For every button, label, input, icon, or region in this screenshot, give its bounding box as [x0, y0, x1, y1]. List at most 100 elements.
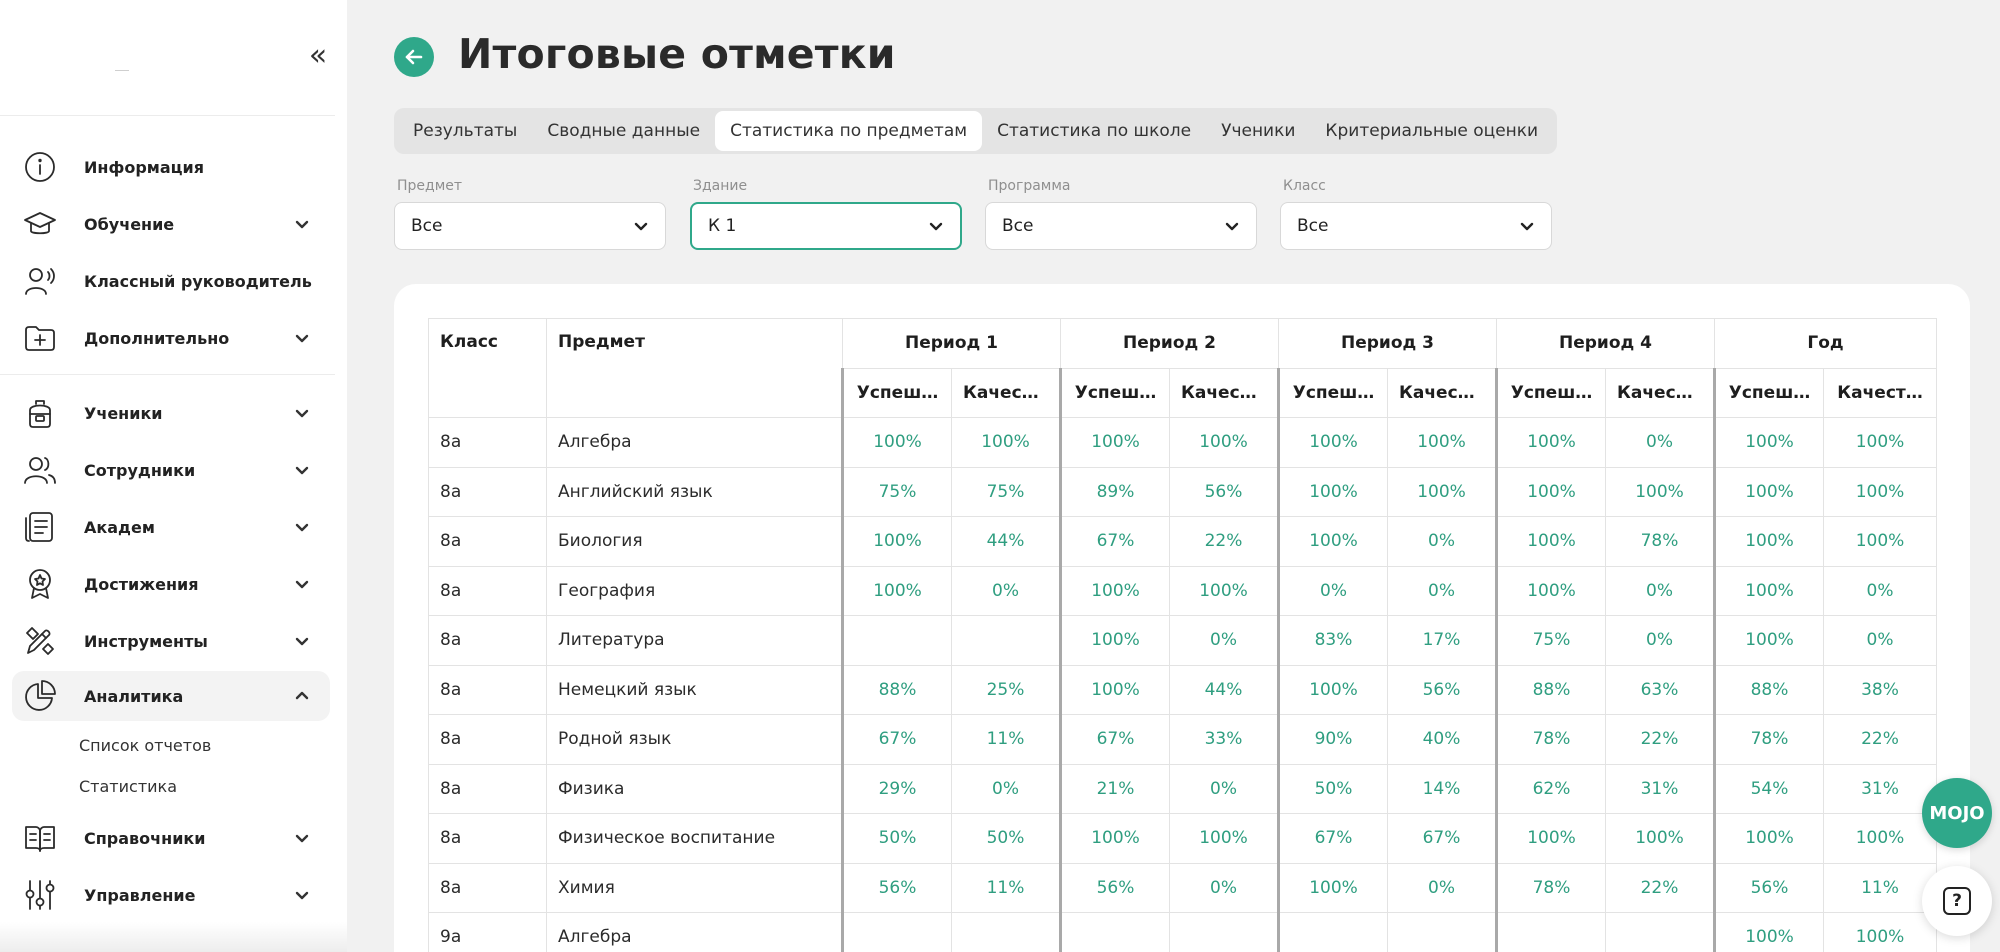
cell-success: 100% — [1713, 565, 1824, 616]
chevron-down-icon — [290, 572, 314, 596]
cell-quality: 100% — [1823, 516, 1937, 567]
sidebar-item-label: Достижения — [84, 574, 199, 594]
cell-quality: 56% — [1169, 466, 1279, 517]
cell-quality: 0% — [1169, 763, 1279, 814]
building-select-value: К 1 — [708, 216, 737, 236]
sidebar-divider — [0, 374, 335, 375]
cell-success: 67% — [1059, 516, 1170, 567]
tab-subject-statistics[interactable]: Статистика по предметам — [715, 111, 983, 151]
cell-success: 50% — [1277, 763, 1388, 814]
cell-success: 83% — [1277, 615, 1388, 666]
cell-quality: 67% — [1387, 813, 1497, 864]
collapse-sidebar-icon[interactable]: « — [306, 41, 330, 71]
cell-quality: 22% — [1169, 516, 1279, 567]
cell-success: 0% — [1277, 565, 1388, 616]
cell-success: 67% — [1277, 813, 1388, 864]
sidebar-item-label: Инструменты — [84, 631, 208, 651]
back-button[interactable] — [394, 37, 434, 77]
cell-quality: 0% — [1605, 417, 1715, 468]
col-header-year: Год — [1714, 318, 1937, 369]
tab-school-statistics[interactable]: Статистика по школе — [982, 111, 1206, 151]
cell-class: 8а — [428, 417, 547, 468]
sidebar-item-academ[interactable]: Академ — [12, 502, 330, 552]
cell-subject: Литература — [546, 615, 843, 666]
cell-quality: 78% — [1605, 516, 1715, 567]
sidebar-item-management[interactable]: Управление — [12, 870, 330, 920]
cell-quality: 100% — [1605, 813, 1715, 864]
cell-subject: Физика — [546, 763, 843, 814]
col-header-class: Класс — [428, 318, 547, 418]
sidebar-item-additional[interactable]: Дополнительно — [12, 313, 330, 363]
cell-success — [841, 912, 952, 952]
chevron-down-icon — [290, 401, 314, 425]
cell-quality: 100% — [1169, 813, 1279, 864]
cell-quality — [1169, 912, 1279, 952]
cell-success: 88% — [841, 664, 952, 715]
cell-quality — [1387, 912, 1497, 952]
tab-criteria-grades[interactable]: Критериальные оценки — [1310, 111, 1553, 151]
cell-quality: 31% — [1605, 763, 1715, 814]
sidebar-item-reference[interactable]: Справочники — [12, 813, 330, 863]
table-row: 9а Алгебра 100% 100% — [428, 912, 1937, 952]
pie-chart-icon — [22, 678, 58, 714]
sidebar-item-students[interactable]: Ученики — [12, 388, 330, 438]
subject-filter-label: Предмет — [397, 178, 463, 194]
cell-success: 78% — [1495, 714, 1606, 765]
cell-quality: 0% — [1823, 565, 1937, 616]
sidebar-item-analytics[interactable]: Аналитика — [12, 671, 330, 721]
sliders-icon — [22, 877, 58, 913]
sidebar-subitem-report-list[interactable]: Список отчетов — [79, 736, 211, 755]
class-select-value: Все — [1297, 216, 1329, 236]
graduation-cap-icon — [22, 206, 58, 242]
cell-success: 100% — [1713, 417, 1824, 468]
cell-success: 100% — [1059, 615, 1170, 666]
sidebar-item-label: Ученики — [84, 403, 163, 423]
cell-success: 100% — [1059, 813, 1170, 864]
backpack-icon — [22, 395, 58, 431]
col-header-quality: Качест… — [1605, 367, 1715, 418]
sidebar-item-staff[interactable]: Сотрудники — [12, 445, 330, 495]
cell-quality: 14% — [1387, 763, 1497, 814]
sidebar-subitem-statistics[interactable]: Статистика — [79, 777, 177, 796]
cell-quality: 17% — [1387, 615, 1497, 666]
table-row: 8а Немецкий язык 88% 25% 100% 44% 100% 56% 88% 63… — [428, 664, 1937, 715]
table-row: 8а Английский язык 75% 75% 89% 56% 100% 100% 100… — [428, 466, 1937, 517]
class-select[interactable]: Все — [1280, 202, 1552, 250]
cell-success: 100% — [1713, 466, 1824, 517]
building-select[interactable]: К 1 — [690, 202, 962, 250]
col-header-success: Успеш… — [1495, 367, 1606, 418]
sidebar-item-class-teacher[interactable]: Классный руководитель — [12, 256, 330, 306]
cell-success: 89% — [1059, 466, 1170, 517]
subject-select[interactable]: Все — [394, 202, 666, 250]
mojo-assistant-button[interactable]: MOJO — [1922, 778, 1992, 848]
cell-success: 100% — [1495, 813, 1606, 864]
sidebar-item-education[interactable]: Обучение — [12, 199, 330, 249]
program-filter: Программа Все — [985, 178, 1257, 250]
program-filter-label: Программа — [988, 178, 1071, 194]
cell-success: 67% — [841, 714, 952, 765]
chevron-down-icon — [290, 458, 314, 482]
cell-quality: 31% — [1823, 763, 1937, 814]
tab-results[interactable]: Результаты — [398, 111, 532, 151]
cell-quality: 50% — [951, 813, 1061, 864]
cell-subject: Английский язык — [546, 466, 843, 517]
sidebar-item-tools[interactable]: Инструменты — [12, 616, 330, 666]
cell-quality: 44% — [1169, 664, 1279, 715]
cell-quality: 0% — [1387, 516, 1497, 567]
tab-summary[interactable]: Сводные данные — [532, 111, 715, 151]
chevron-down-icon — [1225, 222, 1239, 231]
tab-students[interactable]: Ученики — [1206, 111, 1310, 151]
sidebar-item-achievements[interactable]: Достижения — [12, 559, 330, 609]
sidebar-item-label: Аналитика — [84, 686, 184, 706]
program-select[interactable]: Все — [985, 202, 1257, 250]
col-header-quality: Качест… — [1823, 367, 1937, 418]
help-button[interactable]: ? — [1922, 866, 1992, 936]
cell-success: 100% — [1713, 813, 1824, 864]
sidebar-item-information[interactable]: Информация — [12, 142, 330, 192]
cell-quality: 22% — [1823, 714, 1937, 765]
logo-placeholder — [115, 70, 129, 71]
cell-quality: 0% — [1823, 615, 1937, 666]
cell-quality: 44% — [951, 516, 1061, 567]
building-filter: Здание К 1 — [690, 178, 962, 250]
cell-success: 100% — [1495, 516, 1606, 567]
